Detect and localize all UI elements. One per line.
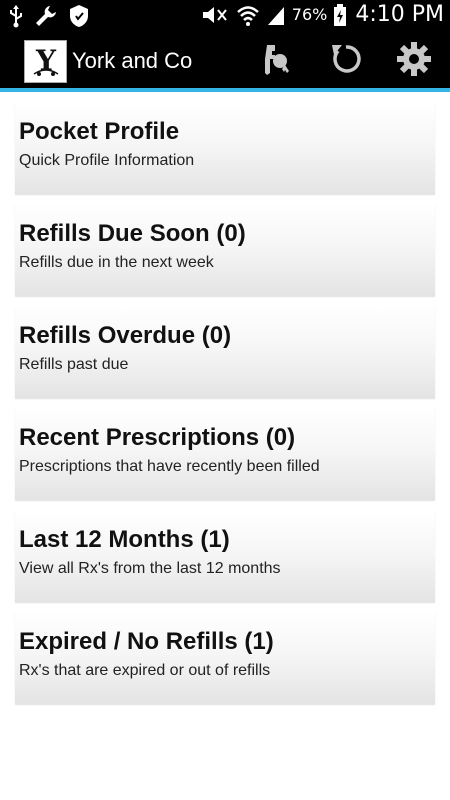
- wifi-icon: [236, 3, 260, 27]
- signal-icon: [266, 3, 286, 27]
- menu-item-subtitle: Refills due in the next week: [19, 254, 214, 271]
- app-title: York and Co: [72, 48, 193, 73]
- menu-item-subtitle: Refills past due: [19, 356, 129, 373]
- status-bar: 76% 4:10 PM: [0, 0, 450, 33]
- menu-item-last-12-months[interactable]: Last 12 Months (1) View all Rx's from th…: [15, 510, 435, 602]
- shield-icon: [68, 4, 90, 28]
- menu-item-expired-no-refills[interactable]: Expired / No Refills (1) Rx's that are e…: [15, 612, 435, 704]
- menu-item-title: Refills Overdue (0): [19, 322, 232, 349]
- refresh-button[interactable]: [326, 41, 366, 81]
- clock: 4:10 PM: [355, 2, 444, 27]
- status-right-icons: 76% 4:10 PM: [200, 2, 444, 27]
- menu-item-refills-due-soon[interactable]: Refills Due Soon (0) Refills due in the …: [15, 204, 435, 296]
- app-bar: Y York and Co: [0, 33, 450, 92]
- menu-item-subtitle: View all Rx's from the last 12 months: [19, 560, 281, 577]
- menu-item-title: Pocket Profile: [19, 118, 180, 145]
- menu-item-refills-overdue[interactable]: Refills Overdue (0) Refills past due: [15, 306, 435, 398]
- battery-icon: [333, 3, 347, 27]
- menu-item-title: Recent Prescriptions (0): [19, 424, 296, 451]
- status-left-icons: [8, 4, 90, 28]
- menu-item-subtitle: Quick Profile Information: [19, 152, 195, 169]
- menu-item-title: Refills Due Soon (0): [19, 220, 246, 247]
- menu-item-title: Last 12 Months (1): [19, 526, 230, 553]
- key-icon: [261, 41, 291, 82]
- menu-item-title: Expired / No Refills (1): [19, 628, 274, 655]
- settings-button[interactable]: [394, 41, 434, 81]
- key-button[interactable]: [256, 41, 296, 81]
- menu-item-subtitle: Prescriptions that have recently been fi…: [19, 458, 320, 475]
- menu-item-pocket-profile[interactable]: Pocket Profile Quick Profile Information: [15, 102, 435, 194]
- battery-percent: 76%: [291, 5, 328, 24]
- wrench-icon: [34, 4, 58, 28]
- menu-item-recent-prescriptions[interactable]: Recent Prescriptions (0) Prescriptions t…: [15, 408, 435, 500]
- app-logo[interactable]: Y: [24, 40, 67, 83]
- mute-icon: [200, 3, 230, 27]
- settings-icon: [396, 41, 432, 82]
- refresh-icon: [328, 41, 364, 82]
- menu-item-subtitle: Rx's that are expired or out of refills: [19, 662, 271, 679]
- usb-icon: [8, 4, 24, 28]
